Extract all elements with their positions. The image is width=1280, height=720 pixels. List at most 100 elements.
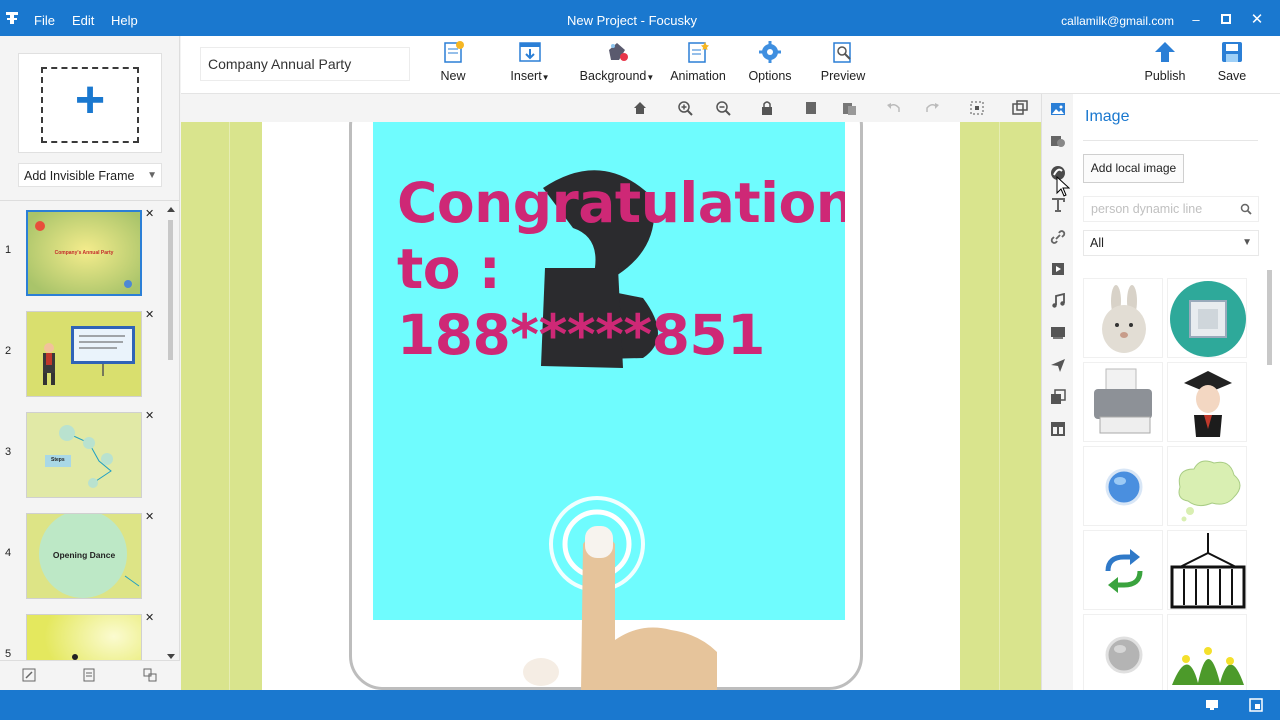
- background-button[interactable]: Background▼: [577, 40, 657, 90]
- slide-thumbnail-caption: Steps: [51, 457, 65, 463]
- divider: [0, 200, 180, 201]
- text-icon[interactable]: [1050, 197, 1066, 213]
- left-bottom-bar: [0, 660, 180, 690]
- link-icon[interactable]: [1050, 229, 1066, 245]
- slide-settings-icon[interactable]: [143, 668, 157, 682]
- search-placeholder: person dynamic line: [1091, 202, 1203, 216]
- divider: [1083, 140, 1258, 141]
- image-panel-scrollbar[interactable]: [1267, 270, 1273, 690]
- scroll-thumb[interactable]: [168, 220, 173, 360]
- delete-slide-icon[interactable]: ✕: [145, 411, 155, 422]
- video-icon[interactable]: [1050, 261, 1066, 277]
- slide-thumbnail-row[interactable]: 1 Company's Annual Party ✕: [0, 204, 170, 296]
- fullscreen-icon[interactable]: [1249, 698, 1263, 712]
- search-icon[interactable]: [1240, 203, 1252, 215]
- music-icon[interactable]: [1050, 293, 1066, 309]
- slide-thumbnail[interactable]: Opening Dance: [26, 513, 142, 599]
- slide-3-preview: [27, 413, 141, 497]
- slide-thumbnail-row[interactable]: 5 ✕: [0, 608, 170, 660]
- slide-thumbnail[interactable]: [26, 311, 142, 397]
- preview-button[interactable]: Preview: [818, 40, 868, 90]
- image-tile-grass-flowers[interactable]: [1167, 614, 1247, 694]
- image-tile-cloud-bubble[interactable]: [1167, 446, 1247, 526]
- mouse-cursor-icon: [1056, 176, 1070, 197]
- image-panel: Image Add local image person dynamic lin…: [1073, 94, 1280, 694]
- delete-slide-icon[interactable]: ✕: [145, 613, 155, 624]
- add-local-image-button[interactable]: Add local image: [1083, 154, 1184, 183]
- chevron-down-icon[interactable]: ▼: [147, 164, 157, 188]
- congratulations-text[interactable]: Congratulations to : 188*****851: [397, 170, 845, 368]
- image-tile-graduate[interactable]: [1167, 362, 1247, 442]
- minimize-icon[interactable]: –: [1188, 12, 1204, 28]
- project-name-input[interactable]: Company Annual Party: [200, 47, 410, 81]
- zoom-out-icon[interactable]: [715, 100, 731, 116]
- add-frame-button[interactable]: +: [18, 53, 162, 153]
- zoom-in-icon[interactable]: [677, 100, 693, 116]
- publish-button[interactable]: Publish: [1142, 40, 1188, 90]
- save-button[interactable]: Save: [1214, 40, 1250, 90]
- fit-window-icon[interactable]: [1012, 100, 1028, 116]
- slide-thumbnail-caption: Company's Annual Party: [54, 250, 114, 256]
- scroll-down-icon[interactable]: [167, 652, 175, 660]
- slide-2-preview: [27, 312, 141, 396]
- image-search-input[interactable]: person dynamic line: [1083, 196, 1259, 222]
- options-button[interactable]: Options: [745, 40, 795, 90]
- image-tile-silver-button[interactable]: [1083, 614, 1163, 694]
- new-icon: [444, 41, 464, 63]
- redo-icon[interactable]: [924, 100, 940, 116]
- thumbnail-scrollbar[interactable]: [167, 206, 175, 660]
- image-category-select[interactable]: All ▼: [1083, 230, 1259, 256]
- delete-slide-icon[interactable]: ✕: [145, 209, 155, 220]
- options-gear-icon: [759, 41, 781, 63]
- editing-canvas[interactable]: Congratulations to : 188*****851: [181, 122, 1041, 690]
- copy-icon[interactable]: [803, 100, 819, 116]
- congrats-line-1: Congratulations: [397, 171, 845, 235]
- background-icon: [609, 43, 628, 61]
- image-icon[interactable]: [1050, 101, 1066, 117]
- slide-thumbnail-row[interactable]: 4 Opening Dance ✕: [0, 507, 170, 599]
- slide-thumbnail[interactable]: Company's Annual Party: [26, 210, 142, 296]
- slide-thumbnail-row[interactable]: 2 ✕: [0, 305, 170, 397]
- status-bar: [0, 690, 1280, 720]
- image-tile-rabbit[interactable]: [1083, 278, 1163, 358]
- shape-icon[interactable]: [1050, 133, 1066, 149]
- slide-thumbnail-list: 1 Company's Annual Party ✕ 2 ✕ 3 Steps ✕…: [0, 204, 180, 660]
- animation-button[interactable]: Animation: [667, 40, 729, 90]
- layout-icon[interactable]: [1050, 421, 1066, 437]
- lock-icon[interactable]: [759, 100, 775, 116]
- image-tile-globe-button[interactable]: [1083, 446, 1163, 526]
- image-tile-cargo-container[interactable]: [1167, 530, 1247, 610]
- asset-category-bar: [1041, 94, 1073, 690]
- paste-icon[interactable]: [841, 100, 857, 116]
- flash-plane-icon[interactable]: [1050, 357, 1066, 373]
- slide-thumbnail[interactable]: Steps: [26, 412, 142, 498]
- publish-icon: [1155, 42, 1175, 62]
- slideshow-icon[interactable]: [1050, 325, 1066, 341]
- insert-button[interactable]: Insert▼: [504, 40, 556, 90]
- slide-thumbnail[interactable]: [26, 614, 142, 660]
- frame-type-select[interactable]: Add Invisible Frame ▼: [18, 163, 162, 187]
- plus-icon: +: [74, 71, 106, 129]
- new-button[interactable]: New: [431, 40, 475, 90]
- close-icon[interactable]: ✕: [1249, 12, 1265, 28]
- image-tile-refresh-arrows[interactable]: [1083, 530, 1163, 610]
- undo-icon[interactable]: [886, 100, 902, 116]
- congrats-line-3: 188*****851: [397, 303, 765, 367]
- delete-slide-icon[interactable]: ✕: [145, 512, 155, 523]
- scroll-up-icon[interactable]: [167, 206, 175, 214]
- image-tile-chip[interactable]: [1167, 278, 1247, 358]
- image-tile-printer[interactable]: [1083, 362, 1163, 442]
- chevron-down-icon[interactable]: ▼: [1242, 231, 1252, 255]
- scroll-thumb[interactable]: [1267, 270, 1272, 365]
- select-area-icon[interactable]: [969, 100, 985, 116]
- panel-title: Image: [1085, 108, 1130, 125]
- edit-note-icon[interactable]: [22, 668, 36, 682]
- maximize-icon[interactable]: [1218, 12, 1234, 28]
- delete-slide-icon[interactable]: ✕: [145, 310, 155, 321]
- slide-thumbnail-row[interactable]: 3 Steps ✕: [0, 406, 170, 498]
- monitor-icon[interactable]: [1205, 698, 1219, 712]
- home-icon[interactable]: [632, 100, 648, 116]
- save-icon: [1222, 42, 1242, 62]
- slide-list-icon[interactable]: [82, 668, 96, 682]
- layers-icon[interactable]: [1050, 389, 1066, 405]
